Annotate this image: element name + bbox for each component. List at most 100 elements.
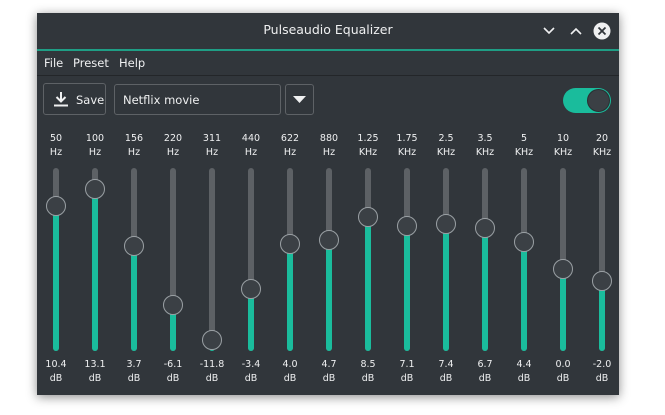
band-slider-track[interactable] bbox=[443, 168, 449, 351]
band-slider-track[interactable] bbox=[287, 168, 293, 351]
band-slider-fill bbox=[521, 242, 527, 351]
band-frequency: 311 bbox=[202, 133, 222, 144]
band-slider-handle[interactable] bbox=[202, 330, 222, 350]
band-gain-unit: dB bbox=[205, 373, 219, 384]
band-gain-unit: dB bbox=[361, 373, 375, 384]
band-frequency-unit: KHz bbox=[397, 147, 417, 158]
minimize-button[interactable] bbox=[540, 22, 558, 40]
band-frequency: 2.5 bbox=[438, 133, 454, 144]
band-slider-handle[interactable] bbox=[475, 218, 495, 238]
band-frequency: 220 bbox=[163, 133, 183, 144]
band-gain-unit: dB bbox=[283, 373, 297, 384]
title-bar[interactable]: Pulseaudio Equalizer bbox=[37, 13, 619, 51]
band-slider-fill bbox=[443, 224, 449, 351]
band-slider-track[interactable] bbox=[599, 168, 605, 351]
band-frequency: 50 bbox=[49, 133, 63, 144]
band-gain-value: -3.4 bbox=[241, 359, 261, 370]
band-slider-handle[interactable] bbox=[514, 232, 534, 252]
band-slider-track[interactable] bbox=[326, 168, 332, 351]
band-slider-handle[interactable] bbox=[124, 236, 144, 256]
band-frequency-unit: Hz bbox=[205, 147, 219, 158]
band-frequency-unit: Hz bbox=[88, 147, 102, 158]
band-gain-value: 8.5 bbox=[360, 359, 376, 370]
band-slider-handle[interactable] bbox=[163, 295, 183, 315]
band-gain-value: 0.0 bbox=[555, 359, 571, 370]
band-slider-fill bbox=[287, 244, 293, 351]
band-slider-handle[interactable] bbox=[397, 216, 417, 236]
menu-file[interactable]: File bbox=[44, 56, 63, 70]
band-gain-value: 4.7 bbox=[321, 359, 337, 370]
band-gain-unit: dB bbox=[478, 373, 492, 384]
toggle-knob[interactable] bbox=[587, 89, 610, 112]
window-title: Pulseaudio Equalizer bbox=[263, 22, 393, 37]
band-slider-handle[interactable] bbox=[241, 279, 261, 299]
band-13: 10 KHz 0.0 dB bbox=[545, 133, 581, 388]
band-slider-track[interactable] bbox=[248, 168, 254, 351]
band-6: 622 Hz 4.0 dB bbox=[272, 133, 308, 388]
save-button[interactable]: Save bbox=[43, 83, 106, 115]
chevron-up-icon bbox=[570, 27, 582, 35]
band-frequency-unit: Hz bbox=[322, 147, 336, 158]
band-slider-track[interactable] bbox=[482, 168, 488, 351]
band-frequency-unit: KHz bbox=[436, 147, 456, 158]
band-slider-handle[interactable] bbox=[553, 259, 573, 279]
band-frequency-unit: KHz bbox=[553, 147, 573, 158]
band-7: 880 Hz 4.7 dB bbox=[311, 133, 347, 388]
band-slider-track[interactable] bbox=[521, 168, 527, 351]
band-gain-value: 13.1 bbox=[84, 359, 106, 370]
band-gain-value: 3.7 bbox=[126, 359, 142, 370]
band-gain-unit: dB bbox=[49, 373, 63, 384]
band-slider-fill bbox=[53, 206, 59, 351]
band-slider-handle[interactable] bbox=[358, 207, 378, 227]
band-slider-track[interactable] bbox=[170, 168, 176, 351]
band-slider-track[interactable] bbox=[131, 168, 137, 351]
band-slider-fill bbox=[560, 269, 566, 351]
band-slider-track[interactable] bbox=[365, 168, 371, 351]
band-slider-fill bbox=[599, 281, 605, 351]
band-gain-unit: dB bbox=[595, 373, 609, 384]
band-slider-handle[interactable] bbox=[436, 214, 456, 234]
equalizer-window: Pulseaudio Equalizer File Preset Help Sa… bbox=[37, 13, 619, 395]
band-slider-handle[interactable] bbox=[592, 271, 612, 291]
band-gain-unit: dB bbox=[244, 373, 258, 384]
band-frequency-unit: KHz bbox=[592, 147, 612, 158]
band-slider-handle[interactable] bbox=[85, 179, 105, 199]
download-icon bbox=[54, 92, 68, 107]
menu-preset[interactable]: Preset bbox=[73, 56, 109, 70]
band-slider-handle[interactable] bbox=[280, 234, 300, 254]
preset-dropdown-button[interactable] bbox=[285, 84, 314, 115]
band-12: 5 KHz 4.4 dB bbox=[506, 133, 542, 388]
preset-name-input[interactable]: Netflix movie bbox=[114, 84, 281, 115]
band-gain-unit: dB bbox=[166, 373, 180, 384]
band-slider-handle[interactable] bbox=[46, 196, 66, 216]
band-gain-value: -11.8 bbox=[199, 359, 225, 370]
band-slider-track[interactable] bbox=[404, 168, 410, 351]
equalizer-enable-toggle[interactable] bbox=[563, 88, 611, 113]
band-2: 156 Hz 3.7 dB bbox=[116, 133, 152, 388]
band-slider-track[interactable] bbox=[209, 168, 215, 351]
band-gain-unit: dB bbox=[400, 373, 414, 384]
band-slider-fill bbox=[131, 246, 137, 351]
band-gain-value: 10.4 bbox=[45, 359, 67, 370]
band-gain-unit: dB bbox=[322, 373, 336, 384]
band-gain-value: 4.4 bbox=[516, 359, 532, 370]
band-frequency: 880 bbox=[319, 133, 339, 144]
maximize-button[interactable] bbox=[567, 22, 585, 40]
band-gain-unit: dB bbox=[517, 373, 531, 384]
band-frequency: 622 bbox=[280, 133, 300, 144]
menu-bar: File Preset Help bbox=[37, 51, 619, 76]
menu-help[interactable]: Help bbox=[119, 56, 145, 70]
band-frequency: 3.5 bbox=[477, 133, 493, 144]
band-4: 311 Hz -11.8 dB bbox=[194, 133, 230, 388]
band-9: 1.75 KHz 7.1 dB bbox=[389, 133, 425, 388]
band-gain-unit: dB bbox=[439, 373, 453, 384]
band-slider-handle[interactable] bbox=[319, 230, 339, 250]
chevron-down-icon bbox=[543, 27, 555, 35]
band-slider-fill bbox=[482, 228, 488, 351]
band-gain-unit: dB bbox=[88, 373, 102, 384]
band-frequency: 5 bbox=[520, 133, 528, 144]
close-button[interactable] bbox=[593, 22, 611, 40]
close-icon bbox=[593, 22, 611, 40]
band-11: 3.5 KHz 6.7 dB bbox=[467, 133, 503, 388]
band-frequency-unit: KHz bbox=[358, 147, 378, 158]
